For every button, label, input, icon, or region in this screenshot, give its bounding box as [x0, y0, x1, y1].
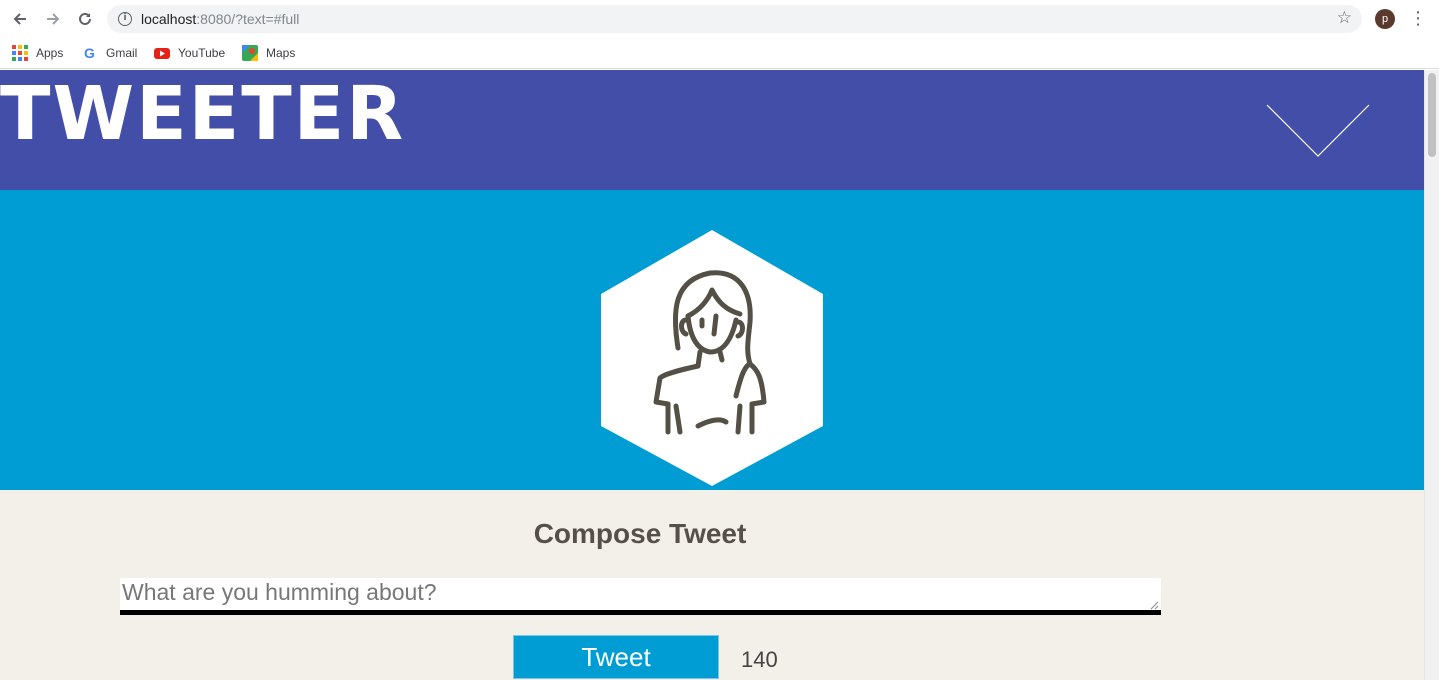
- address-bar[interactable]: i localhost:8080/?text=#full ☆: [107, 5, 1362, 33]
- back-arrow-icon[interactable]: [7, 6, 33, 32]
- profile-avatar[interactable]: p: [1375, 9, 1395, 29]
- browser-menu-icon[interactable]: ⋮: [1408, 8, 1428, 30]
- maps-icon: [242, 45, 258, 61]
- page-scrollbar[interactable]: [1424, 70, 1439, 680]
- site-logo: TWEETER: [0, 71, 406, 157]
- google-icon: G: [82, 45, 98, 61]
- resize-grip-icon[interactable]: [1150, 601, 1159, 610]
- chevron-down-icon[interactable]: [1266, 104, 1370, 158]
- profile-banner: [0, 190, 1424, 490]
- char-counter: 140: [741, 647, 778, 672]
- reload-icon[interactable]: [72, 6, 98, 32]
- bookmark-apps[interactable]: Apps: [12, 43, 63, 63]
- bookmark-label: Maps: [266, 46, 296, 60]
- compose-section: Compose Tweet Tweet 140: [0, 490, 1424, 680]
- bookmark-gmail[interactable]: G Gmail: [82, 43, 137, 63]
- bookmark-label: Apps: [36, 46, 64, 60]
- bookmarks-bar: Apps G Gmail YouTube Maps: [0, 38, 1439, 69]
- bookmark-maps[interactable]: Maps: [242, 43, 295, 63]
- page-viewport: TWEETER Compose Tweet What are you hummi…: [0, 70, 1424, 680]
- scrollbar-thumb[interactable]: [1428, 73, 1436, 157]
- svg-text:G: G: [84, 45, 95, 61]
- site-info-icon[interactable]: i: [118, 12, 132, 26]
- browser-toolbar: i localhost:8080/?text=#full ☆ p ⋮: [0, 0, 1439, 38]
- apps-grid-icon: [12, 45, 28, 61]
- url-text: localhost:8080/?text=#full: [141, 11, 300, 27]
- user-avatar-icon: [601, 230, 823, 486]
- bookmark-star-icon[interactable]: ☆: [1337, 8, 1352, 28]
- tweet-input[interactable]: [120, 578, 1161, 615]
- bookmark-label: Gmail: [106, 46, 138, 60]
- youtube-icon: [154, 45, 170, 61]
- forward-arrow-icon[interactable]: [40, 6, 66, 32]
- compose-title: Compose Tweet: [533, 518, 747, 549]
- tweet-button[interactable]: Tweet: [513, 635, 719, 679]
- bookmark-youtube[interactable]: YouTube: [154, 43, 225, 63]
- bookmark-label: YouTube: [178, 46, 226, 60]
- site-header: TWEETER: [0, 70, 1424, 190]
